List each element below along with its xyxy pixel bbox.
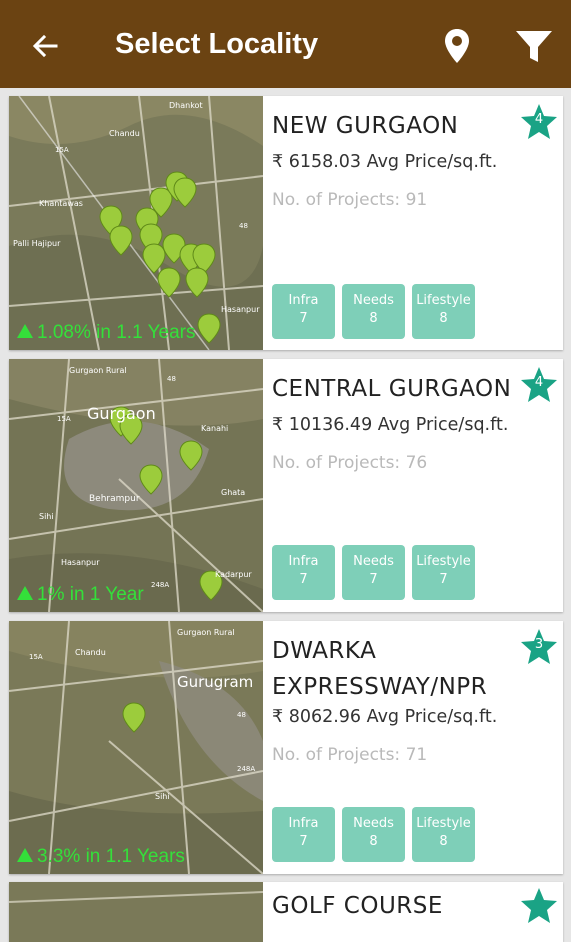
growth-indicator: 3.3% in 1.1 Years [17,846,185,868]
growth-indicator: 1.08% in 1.1 Years [17,322,195,344]
score-chips: Infra 7 Needs 8 Lifestyle 8 [272,284,475,339]
svg-text:Gurugram: Gurugram [177,673,253,691]
rating-value: 3 [534,637,544,652]
chip-needs[interactable]: Needs 8 [342,284,405,339]
rating-value: 4 [534,375,544,390]
map-thumbnail: Dhankot Chandu 15A Khantawas Palli Hajip… [9,96,263,350]
chip-infra[interactable]: Infra 7 [272,284,335,339]
svg-text:Sihi: Sihi [39,512,54,521]
locality-name: NEW GURGAON [272,113,459,139]
svg-text:Khantawas: Khantawas [39,199,83,208]
svg-text:248A: 248A [237,765,255,773]
up-triangle-icon [17,586,33,600]
svg-text:Hasanpur: Hasanpur [61,558,100,567]
svg-text:48: 48 [239,222,248,230]
project-count: No. of Projects: 71 [272,745,428,765]
svg-text:Hasanpur: Hasanpur [221,305,260,314]
map-thumbnail: Gurgaon Rural 48 15A Gurgaon Kanahi Behr… [9,359,263,612]
svg-text:Chandu: Chandu [109,129,140,138]
locality-card[interactable]: Gurgaon Rural 15A Chandu Gurugram 48 Sih… [9,621,563,874]
rating-value: 4 [534,112,544,127]
svg-text:Chandu: Chandu [75,648,106,657]
locality-card[interactable]: Dhankot Chandu 15A Khantawas Palli Hajip… [9,96,563,350]
growth-indicator: 1% in 1 Year [17,584,144,606]
svg-text:Gurgaon Rural: Gurgaon Rural [69,366,127,375]
score-chips: Infra 7 Needs 8 Lifestyle 8 [272,807,475,862]
svg-text:15A: 15A [29,653,43,661]
map-thumbnail [9,882,263,942]
filter-icon[interactable] [513,26,555,66]
app-bar: Select Locality [0,0,571,88]
svg-text:15A: 15A [57,415,71,423]
project-count: No. of Projects: 91 [272,190,428,210]
svg-text:Gurgaon: Gurgaon [87,404,156,423]
up-triangle-icon [17,848,33,862]
svg-text:Kadarpur: Kadarpur [215,570,252,579]
map-thumbnail: Gurgaon Rural 15A Chandu Gurugram 48 Sih… [9,621,263,874]
chip-needs[interactable]: Needs 7 [342,545,405,600]
svg-text:Dhankot: Dhankot [169,101,203,110]
chip-lifestyle[interactable]: Lifestyle 8 [412,807,475,862]
locality-card[interactable]: Gurgaon Rural 48 15A Gurgaon Kanahi Behr… [9,359,563,612]
locality-name: DWARKA EXPRESSWAY/NPR [272,638,488,700]
up-triangle-icon [17,324,33,338]
chip-infra[interactable]: Infra 7 [272,807,335,862]
avg-price: ₹ 6158.03 Avg Price/sq.ft. [272,152,498,172]
avg-price: ₹ 10136.49 Avg Price/sq.ft. [272,415,509,435]
chip-infra[interactable]: Infra 7 [272,545,335,600]
chip-lifestyle[interactable]: Lifestyle 8 [412,284,475,339]
svg-text:248A: 248A [151,581,169,589]
svg-text:Kanahi: Kanahi [201,424,228,433]
svg-text:Ghata: Ghata [221,488,245,497]
location-pin-icon[interactable] [440,26,474,66]
locality-info: DWARKA EXPRESSWAY/NPR 3 ₹ 8062.96 Avg Pr… [272,621,563,874]
locality-card[interactable]: GOLF COURSE [9,882,563,942]
back-arrow-icon[interactable] [26,26,66,66]
page-title: Select Locality [115,28,319,60]
chip-needs[interactable]: Needs 8 [342,807,405,862]
svg-text:Behrampur: Behrampur [89,494,140,504]
svg-text:Sihi: Sihi [155,792,170,801]
locality-name: CENTRAL GURGAON [272,376,512,402]
svg-text:15A: 15A [55,146,69,154]
svg-text:Gurgaon Rural: Gurgaon Rural [177,628,235,637]
project-count: No. of Projects: 76 [272,453,428,473]
score-chips: Infra 7 Needs 7 Lifestyle 7 [272,545,475,600]
chip-lifestyle[interactable]: Lifestyle 7 [412,545,475,600]
locality-info: NEW GURGAON 4 ₹ 6158.03 Avg Price/sq.ft.… [272,96,563,350]
svg-text:48: 48 [167,375,176,383]
svg-text:48: 48 [237,711,246,719]
rating-star-icon [521,888,557,923]
locality-info: GOLF COURSE [272,882,563,942]
svg-text:Palli Hajipur: Palli Hajipur [13,239,61,248]
avg-price: ₹ 8062.96 Avg Price/sq.ft. [272,707,498,727]
locality-name: GOLF COURSE [272,893,443,919]
locality-info: CENTRAL GURGAON 4 ₹ 10136.49 Avg Price/s… [272,359,563,612]
